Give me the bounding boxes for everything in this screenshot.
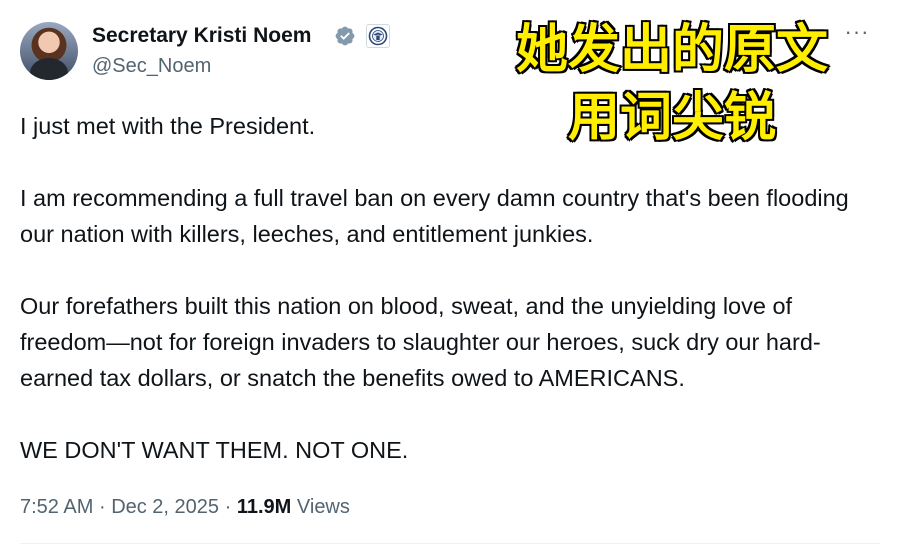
tweet-date[interactable]: Dec 2, 2025	[111, 496, 219, 518]
more-horizontal-icon[interactable]: ···	[840, 21, 874, 46]
caption-line-1: 她发出的原文	[514, 19, 829, 82]
divider	[20, 543, 880, 544]
tweet-paragraph: WE DON'T WANT THEM. NOT ONE.	[20, 437, 409, 463]
tweet-text: I just met with the President. I am reco…	[20, 108, 880, 468]
tweet-paragraph: Our forefathers built this nation on blo…	[20, 293, 821, 391]
meta-separator: ·	[98, 496, 106, 518]
tweet-time[interactable]: 7:52 AM	[20, 496, 93, 518]
tweet-paragraph: I just met with the President.	[20, 113, 316, 139]
views-count: 11.9M	[236, 496, 292, 518]
tweet-card: Secretary Kristi Noem @Sec_Noem ··· 她发出的…	[0, 0, 897, 548]
views-label: Views	[296, 496, 350, 518]
author-handle[interactable]: @Sec_Noem	[92, 53, 211, 79]
meta-separator: ·	[224, 496, 232, 518]
verified-badge-icon	[335, 26, 355, 46]
dhs-seal-icon[interactable]	[366, 24, 390, 48]
avatar[interactable]	[20, 22, 78, 80]
author-display-name[interactable]: Secretary Kristi Noem	[92, 22, 311, 50]
tweet-paragraph: I am recommending a full travel ban on e…	[20, 185, 849, 247]
tweet-meta: 7:52 AM · Dec 2, 2025 · 11.9M Views	[20, 492, 350, 522]
